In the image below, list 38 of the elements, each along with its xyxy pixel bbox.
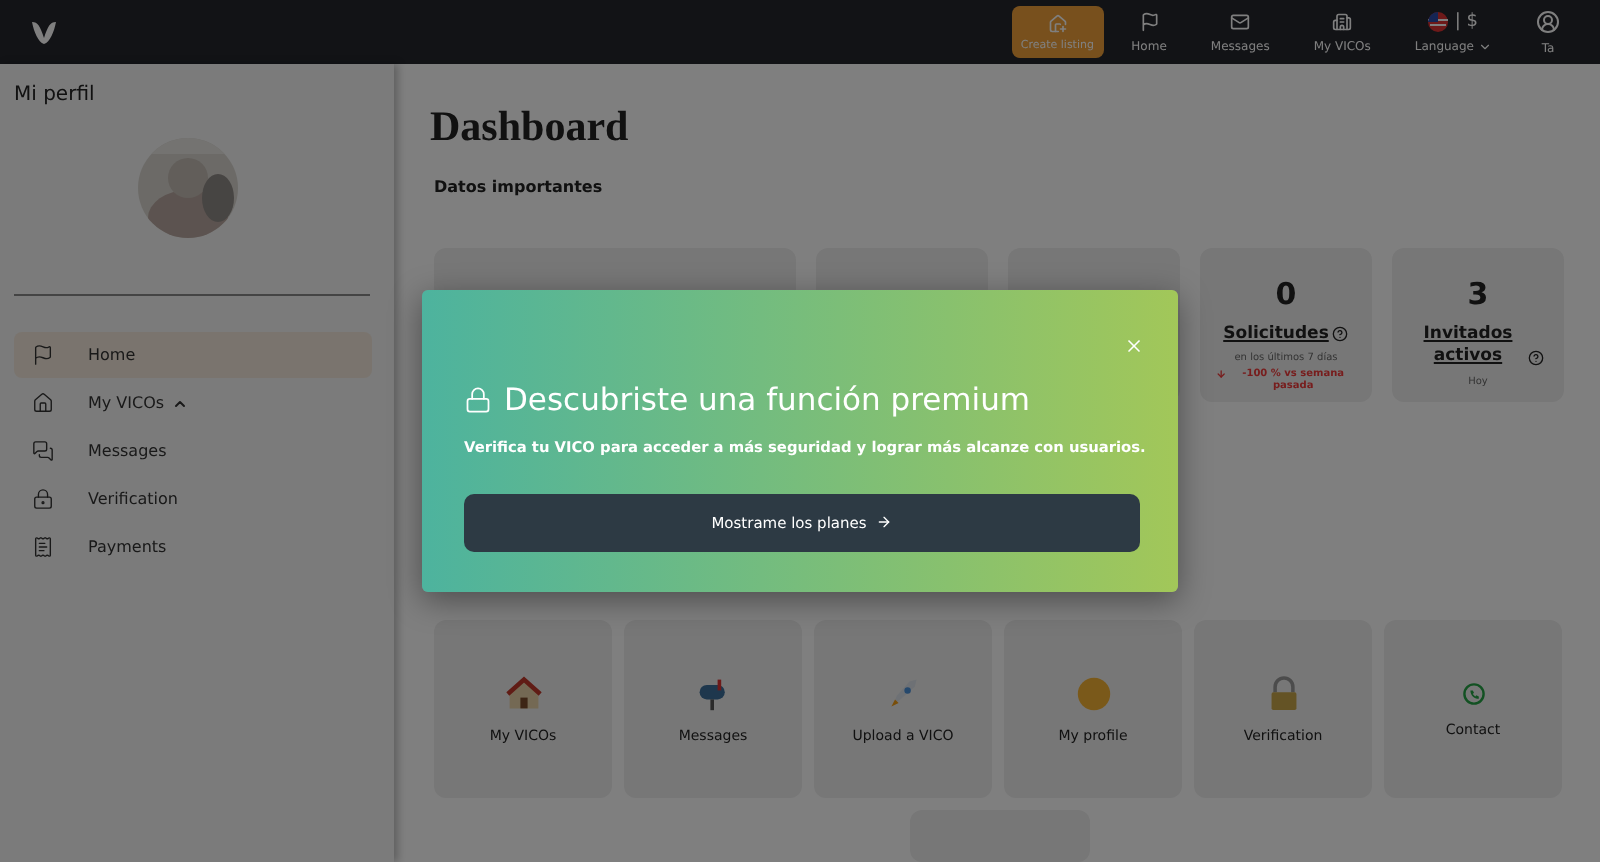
close-icon: [1124, 335, 1144, 355]
sidebar-item[interactable]: Payments: [14, 524, 372, 570]
caret-icon: [1478, 39, 1492, 53]
user-icon: [1536, 9, 1560, 33]
section-title: Datos importantes: [434, 178, 605, 196]
rocket-icon: [885, 675, 921, 712]
stat-value: 3: [1467, 276, 1489, 312]
mailbox-icon: [695, 675, 731, 712]
lock-icon: [464, 385, 492, 413]
chevron-up-icon[interactable]: [172, 395, 189, 411]
house-icon: [505, 675, 541, 712]
lock-icon: [32, 488, 54, 510]
help-icon[interactable]: [1528, 349, 1544, 366]
dialog-title: Descubriste una función premium: [504, 381, 1031, 417]
buildings-icon: [1332, 11, 1353, 31]
stat-label: Invitados activos: [1421, 324, 1515, 370]
sidebar-item[interactable]: Home: [14, 332, 372, 378]
chat-phone-icon: [1461, 681, 1485, 706]
logo-icon[interactable]: [28, 16, 60, 48]
mail-icon: [1230, 11, 1251, 31]
flag-icon: [32, 344, 54, 366]
house-icon: [32, 392, 54, 414]
arrow-right-icon: [876, 514, 893, 530]
flag-icon: [1139, 11, 1160, 31]
page-title: Dashboard: [430, 102, 631, 152]
stat-label: Solicitudes: [1223, 324, 1329, 347]
sidebar-item[interactable]: Verification: [14, 476, 372, 522]
house-plus-icon: [1047, 13, 1068, 33]
flag-icon: [1428, 11, 1449, 31]
chat-icon: [32, 440, 54, 462]
sidebar-title: Mi perfil: [14, 84, 97, 106]
emoji-icon: [1075, 675, 1111, 712]
receipt-icon: [32, 536, 54, 558]
padlock-icon: [1267, 675, 1299, 712]
help-icon[interactable]: [1332, 326, 1349, 343]
sidebar-item[interactable]: Messages: [14, 428, 372, 474]
stat-value: 0: [1275, 276, 1297, 312]
sidebar-item[interactable]: My VICOs: [14, 380, 372, 426]
